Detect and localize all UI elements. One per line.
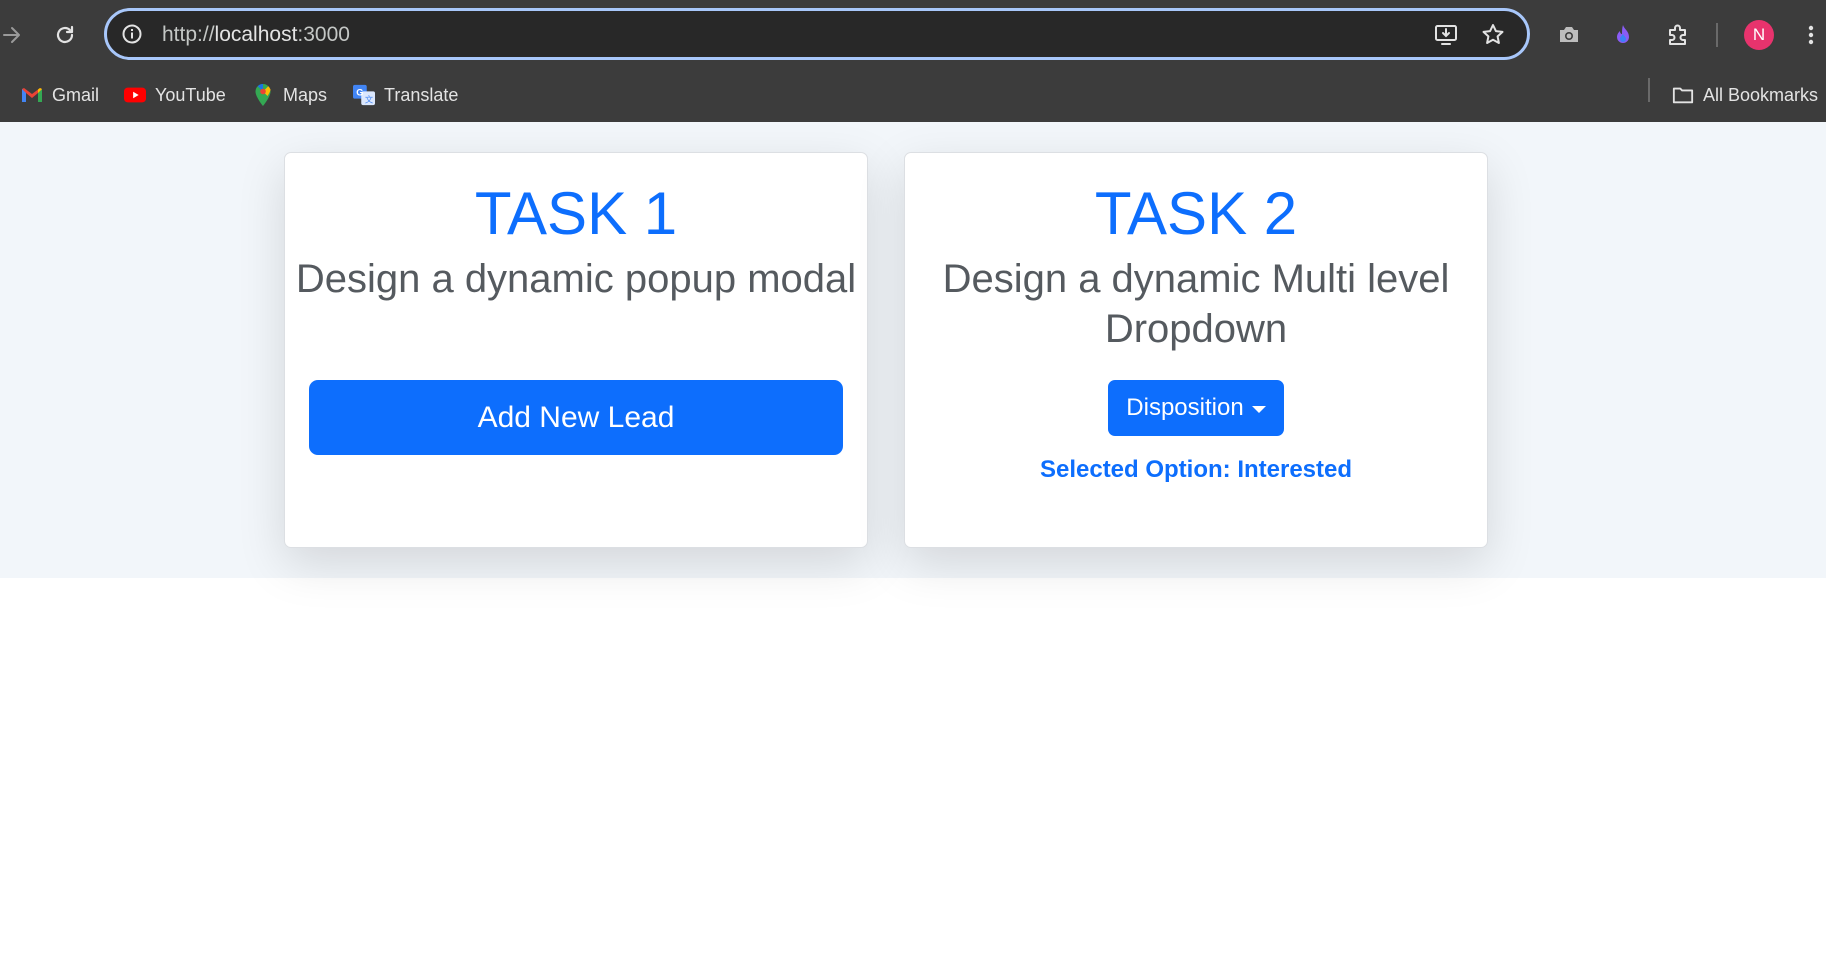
add-new-lead-button[interactable]: Add New Lead — [309, 380, 843, 455]
selected-option-text: Selected Option: Interested — [905, 455, 1487, 485]
bookmark-star-icon[interactable] — [1479, 21, 1507, 49]
bookmarks-bar: Gmail YouTube Maps G文 Translate All Book… — [0, 70, 1826, 122]
selected-option-value: Interested — [1237, 456, 1353, 483]
bookmark-label: YouTube — [155, 84, 226, 105]
svg-text:文: 文 — [365, 94, 373, 104]
toolbar-divider — [1716, 23, 1718, 47]
task-2-title: TASK 2 — [1094, 180, 1298, 247]
youtube-icon — [124, 84, 146, 106]
profile-avatar[interactable]: N — [1744, 20, 1774, 50]
task-1-title: TASK 1 — [474, 180, 678, 247]
task-1-card: TASK 1 Design a dynamic popup modal Add … — [284, 152, 868, 548]
url-text: http://localhost:3000 — [162, 23, 350, 47]
translate-icon: G文 — [353, 84, 375, 106]
bookmark-gmail[interactable]: Gmail — [21, 78, 99, 112]
url-host: localhost — [214, 23, 298, 46]
disposition-dropdown-button[interactable]: Disposition — [1108, 380, 1284, 436]
all-bookmarks-button[interactable]: All Bookmarks — [1672, 78, 1818, 112]
forward-icon[interactable] — [0, 17, 30, 53]
browser-toolbar: http://localhost:3000 N — [0, 0, 1826, 70]
address-bar[interactable]: http://localhost:3000 — [104, 8, 1530, 60]
bookmark-label: Translate — [384, 84, 459, 105]
site-info-icon[interactable] — [121, 23, 143, 45]
reload-icon[interactable] — [47, 17, 83, 53]
bookmark-label: Maps — [283, 84, 328, 105]
gmail-icon — [21, 84, 43, 106]
svg-text:G: G — [356, 87, 363, 97]
camera-icon[interactable] — [1553, 19, 1585, 51]
bookmarks-divider — [1648, 78, 1650, 102]
task-2-description: Design a dynamic Multi level Dropdown — [942, 257, 1450, 351]
task-2-card: TASK 2 Design a dynamic Multi level Drop… — [904, 152, 1488, 548]
browser-chrome: http://localhost:3000 N Gmail YouTube Ma… — [0, 0, 1826, 122]
install-app-icon[interactable] — [1432, 21, 1460, 49]
more-menu-icon[interactable] — [1795, 19, 1826, 51]
bookmark-maps[interactable]: Maps — [252, 78, 327, 112]
task-1-description: Design a dynamic popup modal — [295, 257, 857, 301]
url-port: :3000 — [297, 23, 350, 46]
all-bookmarks-label: All Bookmarks — [1703, 84, 1819, 105]
url-scheme: http:// — [162, 23, 215, 46]
folder-icon — [1672, 84, 1694, 106]
bookmark-translate[interactable]: G文 Translate — [353, 78, 458, 112]
disposition-label: Disposition — [1126, 394, 1244, 421]
extensions-puzzle-icon[interactable] — [1662, 19, 1694, 51]
bookmark-label: Gmail — [52, 84, 100, 105]
selected-option-prefix: Selected Option: — [1039, 456, 1238, 483]
caret-down-icon — [1251, 405, 1266, 413]
bookmark-youtube[interactable]: YouTube — [124, 78, 226, 112]
extension-flame-icon[interactable] — [1607, 19, 1639, 51]
maps-icon — [252, 84, 274, 106]
